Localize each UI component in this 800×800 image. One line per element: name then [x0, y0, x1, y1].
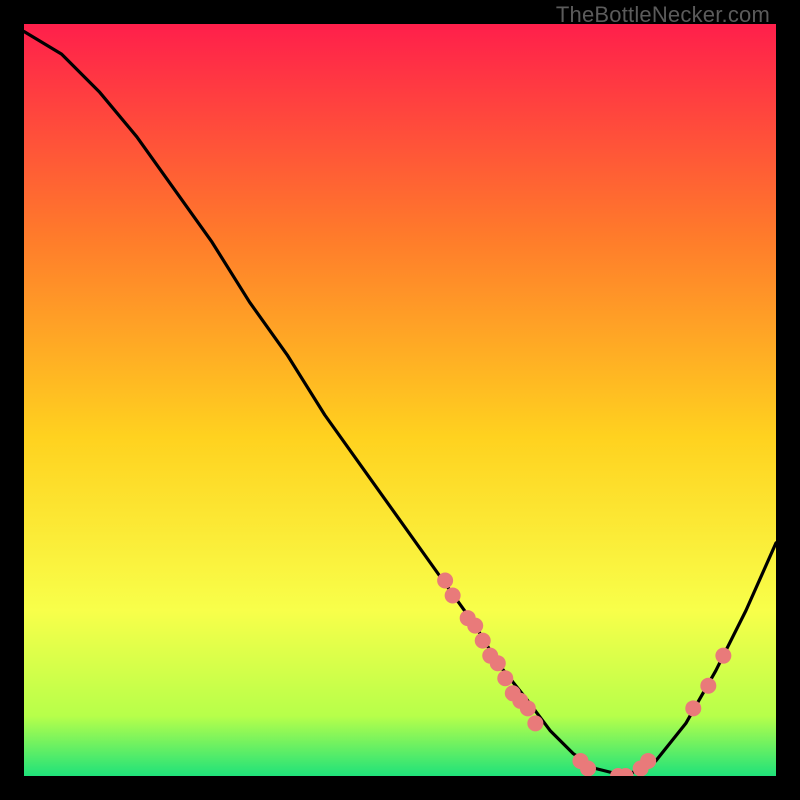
curve-marker: [520, 700, 536, 716]
curve-marker: [467, 618, 483, 634]
curve-marker: [437, 572, 453, 588]
curve-marker: [475, 633, 491, 649]
curve-marker: [685, 700, 701, 716]
curve-marker: [640, 753, 656, 769]
curve-marker: [700, 678, 716, 694]
curve-marker: [715, 648, 731, 664]
curve-marker: [527, 715, 543, 731]
curve-marker: [497, 670, 513, 686]
chart-frame: [24, 24, 776, 776]
bottleneck-chart: [24, 24, 776, 776]
curve-marker: [490, 655, 506, 671]
curve-marker: [445, 588, 461, 604]
curve-marker: [580, 760, 596, 776]
